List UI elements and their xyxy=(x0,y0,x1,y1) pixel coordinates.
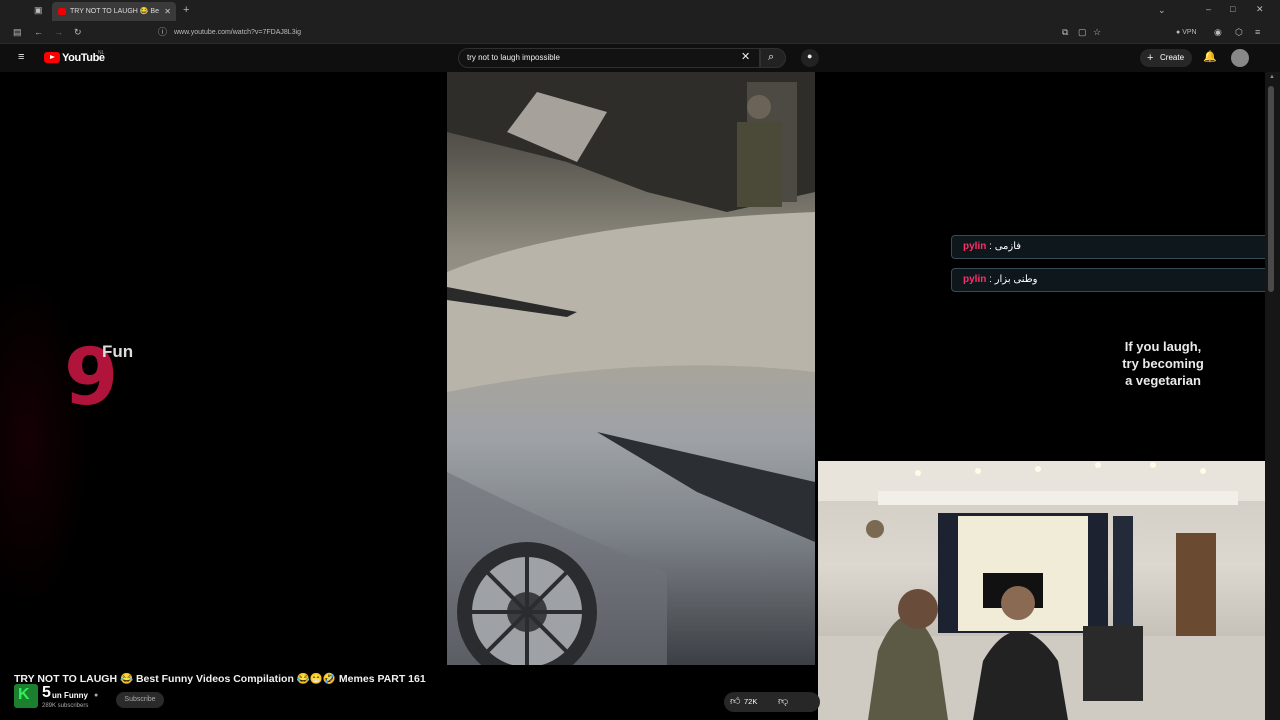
account-icon[interactable]: ◉ xyxy=(1214,28,1222,37)
overlay-caption: If you laugh, try becoming a vegetarian xyxy=(1122,339,1204,388)
create-label: Create xyxy=(1160,53,1185,62)
sidebar-icon[interactable]: ▤ xyxy=(13,28,22,37)
vpn-label: VPN xyxy=(1182,29,1197,36)
plus-icon: + xyxy=(1147,52,1154,64)
browser-tab-active[interactable]: TRY NOT TO LAUGH 😂 Be ✕ xyxy=(52,2,176,21)
video-clip-car xyxy=(447,72,815,665)
youtube-favicon-icon xyxy=(58,8,66,15)
hamburger-menu-icon[interactable]: ≡ xyxy=(18,52,24,63)
like-dislike-group: 👍︎ 72K 👎︎ xyxy=(724,692,820,712)
vpn-badge[interactable]: ● VPN xyxy=(1176,29,1197,36)
extensions-icon[interactable]: ⬡ xyxy=(1235,28,1243,37)
player-popout-icon[interactable]: ▢ xyxy=(1078,28,1087,37)
avatar[interactable] xyxy=(1231,49,1249,67)
verified-icon: ● xyxy=(94,692,99,699)
overlay-number: 5 xyxy=(42,684,51,701)
channel-name[interactable]: un Funny xyxy=(52,691,88,700)
subscriber-count: 289K subscribers xyxy=(42,703,89,709)
voice-search-button[interactable]: ● xyxy=(801,49,819,67)
scroll-up-icon[interactable]: ▲ xyxy=(1269,74,1275,80)
minimize-icon[interactable]: – xyxy=(1206,5,1211,14)
site-info-icon[interactable]: ⓘ xyxy=(158,28,167,37)
tab-switcher-icon[interactable]: ▣ xyxy=(34,6,43,15)
channel-avatar[interactable]: K xyxy=(14,684,38,708)
new-tab-icon[interactable]: + xyxy=(183,5,189,16)
subscribe-button[interactable]: Subscribe xyxy=(116,692,164,708)
tab-close-icon[interactable]: ✕ xyxy=(164,2,171,21)
car-scene-image xyxy=(447,72,815,665)
youtube-region-label: NL xyxy=(98,50,105,56)
background-glow xyxy=(0,272,90,612)
tab-title: TRY NOT TO LAUGH 😂 Be xyxy=(70,8,159,15)
forward-icon[interactable]: → xyxy=(54,28,63,37)
screenshot-icon[interactable]: ⧉ xyxy=(1062,28,1068,37)
page-scrollbar[interactable]: ▲ xyxy=(1265,72,1280,720)
chat-text: وطنی بزار xyxy=(994,274,1038,285)
maximize-icon[interactable]: □ xyxy=(1230,5,1235,14)
clear-search-icon[interactable]: ✕ xyxy=(741,52,750,63)
chat-text: فازمی xyxy=(994,241,1022,252)
notifications-bell-icon[interactable]: 🔔 xyxy=(1203,52,1217,63)
reload-icon[interactable]: ↻ xyxy=(74,28,82,37)
window-close-icon[interactable]: ✕ xyxy=(1256,5,1264,14)
chat-message: pylin : وطنی بزار xyxy=(951,268,1277,292)
chat-username: pylin xyxy=(963,241,987,252)
tab-search-chevron-icon[interactable]: ⌄ xyxy=(1158,6,1166,15)
create-button[interactable]: + Create xyxy=(1140,49,1192,67)
search-icon: ⌕ xyxy=(768,51,775,63)
search-input[interactable]: try not to laugh impossible xyxy=(458,48,760,68)
video-title: TRY NOT TO LAUGH 😂 Best Funny Videos Com… xyxy=(14,673,426,685)
chat-message: pylin : فازمی xyxy=(951,235,1277,259)
back-icon[interactable]: ← xyxy=(34,28,43,37)
scrollbar-thumb[interactable] xyxy=(1268,86,1274,292)
menu-icon[interactable]: ≡ xyxy=(1255,28,1260,37)
bookmark-star-icon[interactable]: ☆ xyxy=(1093,28,1101,37)
dislike-icon[interactable]: 👎︎ xyxy=(778,692,788,712)
url-field[interactable]: www.youtube.com/watch?v=7FDAJ8L3ig xyxy=(174,22,301,44)
search-button[interactable]: ⌕ xyxy=(760,48,786,68)
like-count[interactable]: 72K xyxy=(744,692,757,712)
channel-logo-text: Fun xyxy=(102,342,134,361)
chat-username: pylin xyxy=(963,274,987,285)
webcam-feed xyxy=(818,461,1280,720)
like-icon[interactable]: 👍︎ xyxy=(730,692,740,712)
browser-tab-bar: ▣ TRY NOT TO LAUGH 😂 Be ✕ + ⌄ – □ ✕ xyxy=(0,0,1280,22)
youtube-logo-icon[interactable] xyxy=(44,52,60,63)
microphone-icon: ● xyxy=(807,51,813,61)
k-logo-icon: K xyxy=(18,686,30,703)
webcam-room-image xyxy=(818,461,1280,720)
address-bar-row: ▤ ← → ↻ ⓘ www.youtube.com/watch?v=7FDAJ8… xyxy=(0,22,1280,44)
youtube-header: ≡ YouTube NL try not to laugh impossible… xyxy=(0,44,1280,72)
